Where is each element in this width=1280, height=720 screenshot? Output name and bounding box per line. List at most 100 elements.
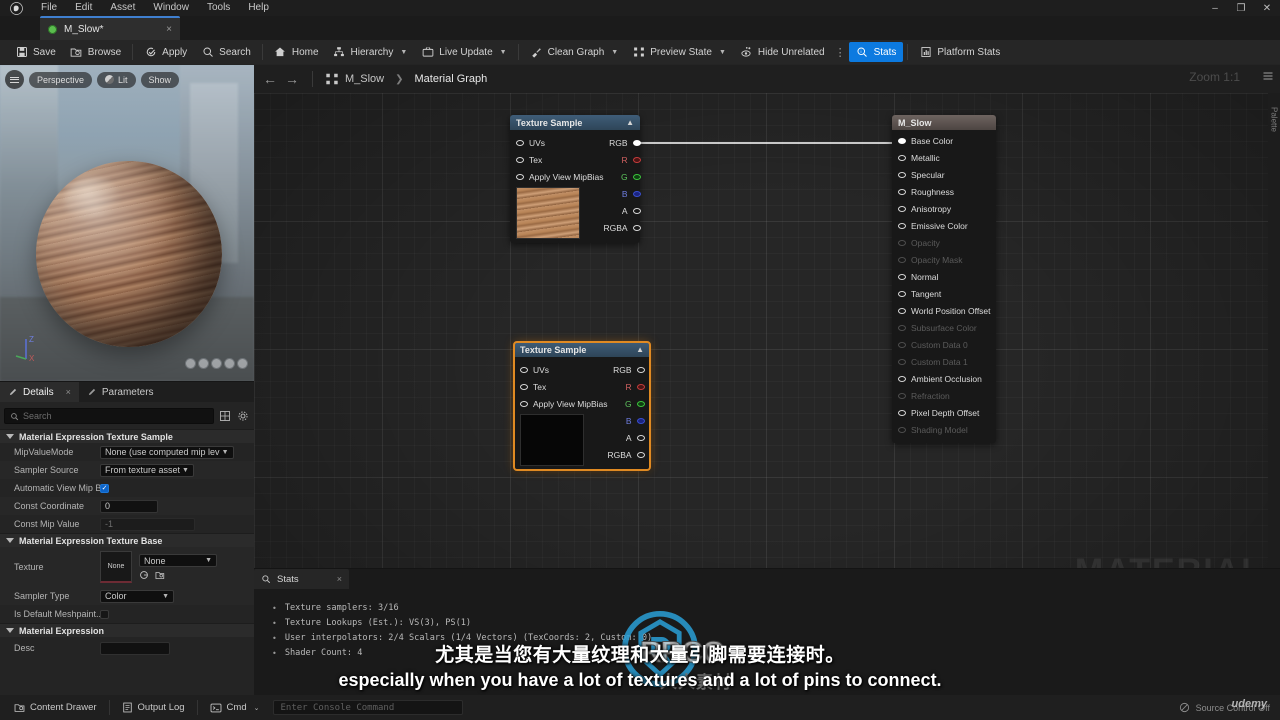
pin-uvs[interactable]: UVs xyxy=(514,361,608,378)
pin-dot-icon[interactable] xyxy=(898,205,906,212)
pin-dot-icon[interactable] xyxy=(898,307,906,314)
pin-dot-icon[interactable] xyxy=(520,366,528,373)
section-material-expression-texture-sample[interactable]: Material Expression Texture Sample xyxy=(0,429,254,443)
pin-specular[interactable]: Specular xyxy=(892,166,996,183)
live-update-button[interactable]: Live Update ▼ xyxy=(414,42,513,62)
grid-view-icon[interactable] xyxy=(218,409,232,423)
pin-dot-icon[interactable] xyxy=(516,173,524,180)
menu-asset[interactable]: Asset xyxy=(101,0,144,16)
tab-parameters[interactable]: Parameters xyxy=(79,382,162,402)
output-log-button[interactable]: Output Log xyxy=(114,698,193,717)
menu-edit[interactable]: Edit xyxy=(66,0,101,16)
clean-graph-button[interactable]: Clean Graph ▼ xyxy=(523,42,626,62)
mipvaluemode-dropdown[interactable]: None (use computed mip lev ▼ xyxy=(100,445,234,459)
pin-dot-icon[interactable] xyxy=(898,273,906,280)
asset-tab-m-slow[interactable]: M_Slow* × xyxy=(40,16,180,40)
menu-window[interactable]: Window xyxy=(144,0,198,16)
pin-tex[interactable]: Tex xyxy=(514,378,608,395)
pin-dot-icon[interactable] xyxy=(636,434,645,441)
pin-dot-icon[interactable] xyxy=(632,224,641,231)
preview-sphere-mesh[interactable] xyxy=(36,161,222,347)
pin-dot-icon[interactable] xyxy=(636,400,645,407)
pin-r[interactable]: R xyxy=(608,378,651,395)
pin-rgb[interactable]: RGB xyxy=(608,361,651,378)
pin-dot-icon[interactable] xyxy=(632,173,641,180)
pin-dot-icon[interactable] xyxy=(636,383,645,390)
pin-dot-icon[interactable] xyxy=(520,383,528,390)
pin-dot-icon[interactable] xyxy=(632,156,641,163)
pin-b[interactable]: B xyxy=(604,185,647,202)
stats-toggle-button[interactable]: i Stats xyxy=(848,42,904,62)
pin-dot-icon[interactable] xyxy=(898,409,906,416)
pin-tex[interactable]: Tex xyxy=(510,151,604,168)
pin-dot-icon[interactable] xyxy=(898,188,906,195)
apply-button[interactable]: Apply xyxy=(137,42,194,62)
pin-g[interactable]: G xyxy=(608,395,651,412)
close-icon[interactable]: × xyxy=(66,387,71,397)
pin-g[interactable]: G xyxy=(604,168,647,185)
pin-r[interactable]: R xyxy=(604,151,647,168)
section-material-expression-texture-base[interactable]: Material Expression Texture Base xyxy=(0,533,254,547)
save-button[interactable]: Save xyxy=(8,42,63,62)
node-header[interactable]: Texture Sample ▲ xyxy=(514,342,650,357)
hide-unrelated-button[interactable]: Hide Unrelated xyxy=(733,42,832,62)
pin-a[interactable]: A xyxy=(604,202,647,219)
back-button[interactable]: ← xyxy=(262,71,278,87)
graph-options-icon[interactable] xyxy=(1262,70,1274,85)
browse-button[interactable]: Browse xyxy=(63,42,128,62)
menu-file[interactable]: File xyxy=(32,0,66,16)
breadcrumb-root[interactable]: M_Slow xyxy=(345,73,384,85)
pin-dot-icon[interactable] xyxy=(520,400,528,407)
pin-dot-icon[interactable] xyxy=(632,139,641,146)
viewport-icon-3[interactable] xyxy=(211,358,222,369)
search-button[interactable]: Search xyxy=(194,42,258,62)
hierarchy-button[interactable]: Hierarchy ▼ xyxy=(326,42,415,62)
material-preview-viewport[interactable]: Perspective Lit Show Z X xyxy=(0,65,254,381)
maximize-button[interactable]: ❐ xyxy=(1228,0,1254,16)
pin-dot-icon[interactable] xyxy=(898,375,906,382)
pin-dot-icon[interactable] xyxy=(632,190,641,197)
preview-state-button[interactable]: Preview State ▼ xyxy=(625,42,733,62)
pin-dot-icon[interactable] xyxy=(516,139,524,146)
collapse-icon[interactable]: ▲ xyxy=(636,345,644,354)
pin-apply-view-mipbias[interactable]: Apply View MipBias xyxy=(514,395,608,412)
section-material-expression[interactable]: Material Expression xyxy=(0,623,254,637)
pin-dot-icon[interactable] xyxy=(636,417,645,424)
automatic-view-mip-bias-checkbox[interactable]: ✓ xyxy=(100,483,109,493)
forward-button[interactable]: → xyxy=(284,71,300,87)
pin-b[interactable]: B xyxy=(608,412,651,429)
pin-a[interactable]: A xyxy=(608,429,651,446)
pin-dot-icon[interactable] xyxy=(636,366,645,373)
viewport-icon-1[interactable] xyxy=(185,358,196,369)
console-command-input[interactable]: Enter Console Command xyxy=(273,700,464,715)
viewport-icon-2[interactable] xyxy=(198,358,209,369)
collapse-icon[interactable]: ▲ xyxy=(626,118,634,127)
pin-tangent[interactable]: Tangent xyxy=(892,285,996,302)
pin-rgb[interactable]: RGB xyxy=(604,134,647,151)
viewport-icon-5[interactable] xyxy=(237,358,248,369)
close-icon[interactable]: × xyxy=(166,24,172,35)
is-default-meshpaint-checkbox[interactable] xyxy=(100,609,109,619)
cmd-dropdown-button[interactable]: Cmd ⌄ xyxy=(202,698,268,717)
pin-base-color[interactable]: Base Color xyxy=(892,132,996,149)
close-button[interactable]: ✕ xyxy=(1254,0,1280,16)
pin-pixel-depth-offset[interactable]: Pixel Depth Offset xyxy=(892,404,996,421)
minimize-button[interactable]: – xyxy=(1202,0,1228,16)
viewport-icon-4[interactable] xyxy=(224,358,235,369)
pin-ambient-occlusion[interactable]: Ambient Occlusion xyxy=(892,370,996,387)
pin-metallic[interactable]: Metallic xyxy=(892,149,996,166)
pin-dot-icon[interactable] xyxy=(898,171,906,178)
node-header[interactable]: M_Slow xyxy=(892,115,996,130)
pin-dot-icon[interactable] xyxy=(898,137,906,144)
stats-panel-tab[interactable]: Stats × xyxy=(254,569,349,589)
const-coordinate-input[interactable]: 0 xyxy=(100,499,158,513)
pin-anisotropy[interactable]: Anisotropy xyxy=(892,200,996,217)
content-drawer-button[interactable]: Content Drawer xyxy=(6,698,105,717)
texture-thumbnail[interactable]: None xyxy=(100,551,132,583)
pin-rgba[interactable]: RGBA xyxy=(604,219,647,236)
viewport-perspective-button[interactable]: Perspective xyxy=(29,71,93,88)
sampler-source-dropdown[interactable]: From texture asset ▼ xyxy=(100,463,194,477)
node-header[interactable]: Texture Sample ▲ xyxy=(510,115,640,130)
pin-rgba[interactable]: RGBA xyxy=(608,446,651,463)
search-input[interactable]: Search xyxy=(4,408,214,424)
